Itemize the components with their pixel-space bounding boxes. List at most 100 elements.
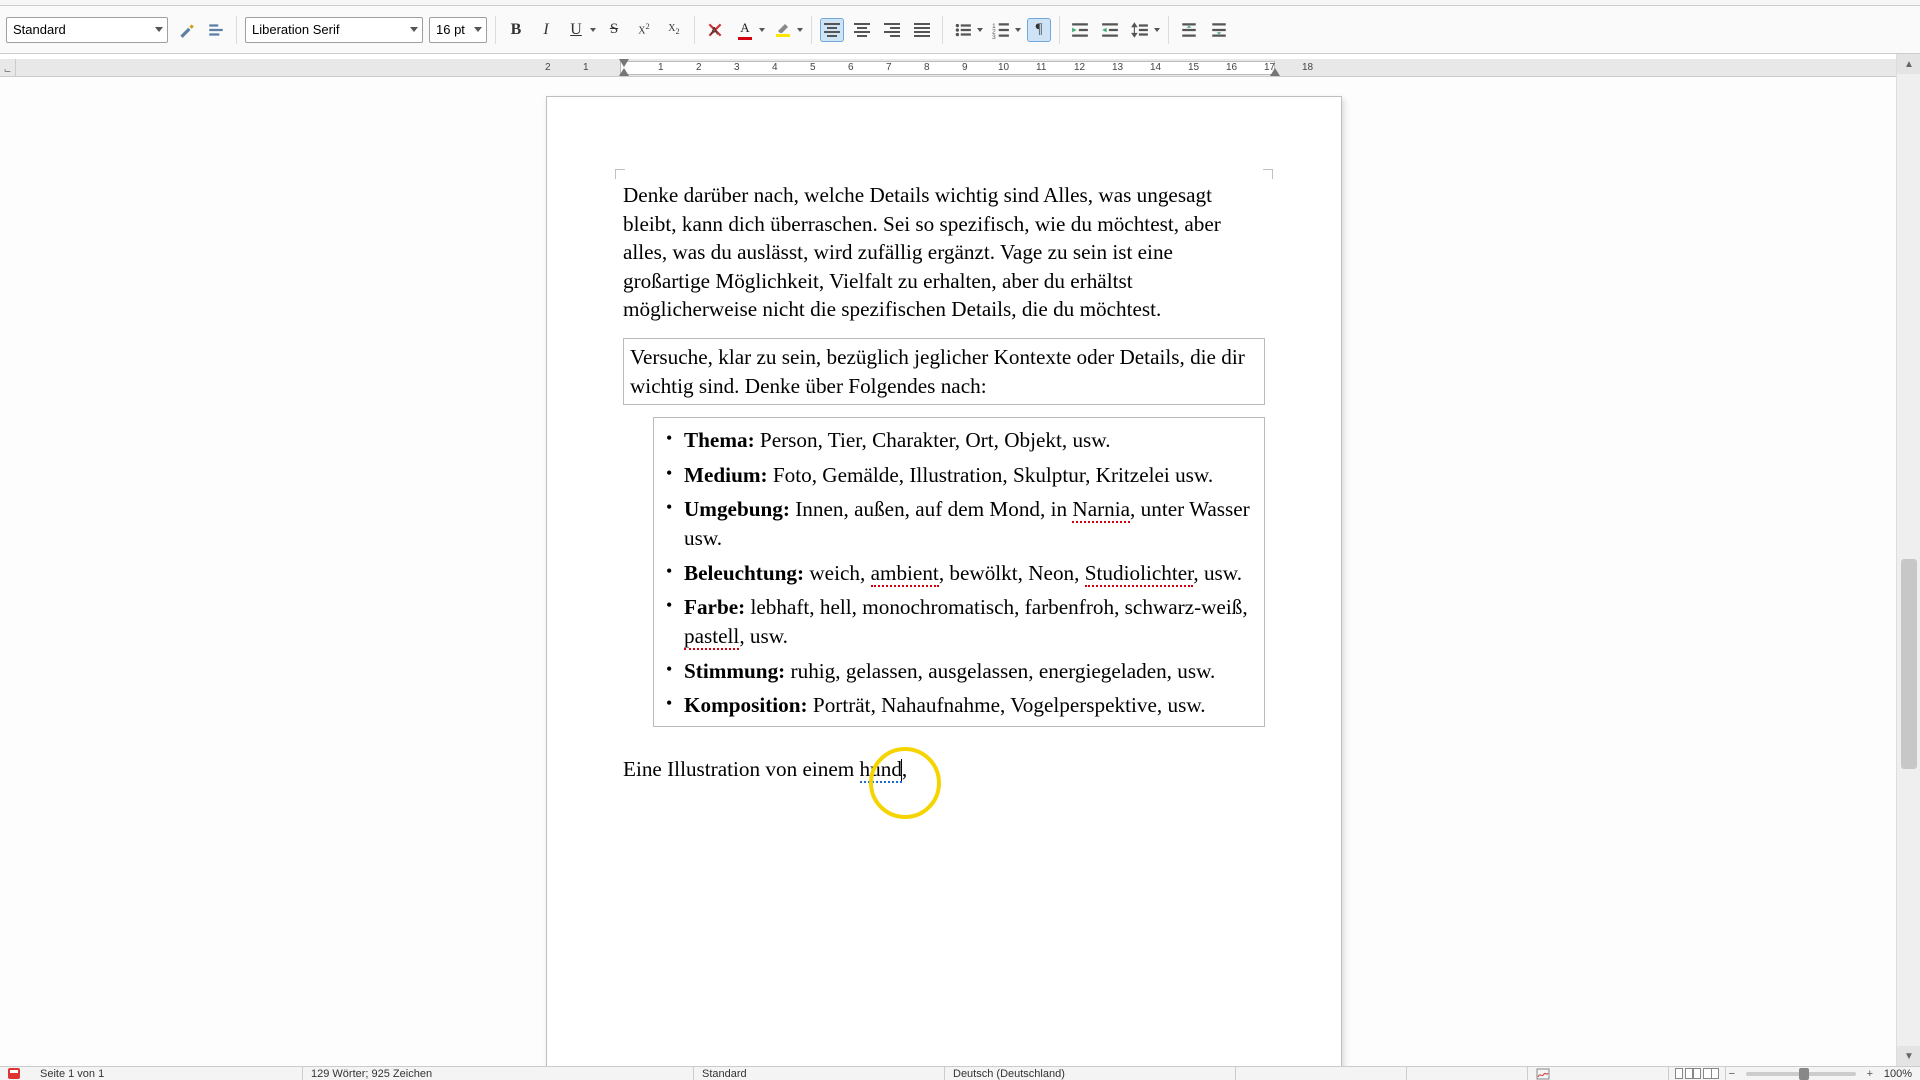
item-label: Beleuchtung: xyxy=(684,561,804,585)
ruler-tick: 9 xyxy=(962,62,968,73)
font-size-select[interactable]: 16 pt xyxy=(429,17,487,43)
scroll-up-button[interactable]: ▲ xyxy=(1897,54,1920,74)
ruler-tick: 18 xyxy=(1302,62,1313,73)
item-label: Thema: xyxy=(684,428,755,452)
item-label: Komposition: xyxy=(684,693,808,717)
list-item[interactable]: Komposition: Porträt, Nahaufnahme, Vogel… xyxy=(666,691,1252,720)
scroll-thumb[interactable] xyxy=(1901,559,1917,769)
book-view-button[interactable] xyxy=(1703,1068,1719,1079)
list-item[interactable]: Medium: Foto, Gemälde, Illustration, Sku… xyxy=(666,461,1252,490)
word-count-text: 129 Wörter; 925 Zeichen xyxy=(311,1068,432,1080)
ruler-corner: ⌙ xyxy=(0,59,16,77)
ruler-tick: 15 xyxy=(1188,62,1199,73)
insert-mode-cell[interactable] xyxy=(1236,1067,1406,1080)
bold-button[interactable]: B xyxy=(504,18,528,42)
ruler-tick: 3 xyxy=(734,62,740,73)
subscript-button[interactable]: X2 xyxy=(662,18,686,42)
ruler-tick: 6 xyxy=(848,62,854,73)
italic-button[interactable]: I xyxy=(534,18,558,42)
list-item[interactable]: Farbe: lebhaft, hell, monochromatisch, f… xyxy=(666,593,1252,650)
new-style-button[interactable] xyxy=(204,18,228,42)
dropdown-arrow-icon xyxy=(590,28,596,32)
scroll-down-button[interactable]: ▼ xyxy=(1897,1046,1920,1066)
ruler-tick: 1 xyxy=(583,62,589,73)
page-style-cell[interactable]: Standard xyxy=(694,1067,944,1080)
document-canvas[interactable]: Denke darüber nach, welche Details wicht… xyxy=(0,77,1896,1066)
spellcheck-error[interactable]: Studiolichter xyxy=(1085,561,1194,587)
item-text: Person, Tier, Charakter, Ort, Objekt, us… xyxy=(755,428,1111,452)
line-spacing-button[interactable] xyxy=(1128,18,1160,42)
align-center-button[interactable] xyxy=(850,18,874,42)
paragraph-style-select[interactable]: Standard xyxy=(6,17,168,43)
underline-button[interactable]: U xyxy=(564,18,596,42)
separator xyxy=(1059,16,1060,44)
item-label: Farbe: xyxy=(684,595,745,619)
increase-indent-button[interactable] xyxy=(1068,18,1092,42)
left-indent-marker[interactable] xyxy=(619,68,629,76)
signature-cell[interactable] xyxy=(1528,1067,1558,1080)
ruler-tick: 2 xyxy=(545,62,551,73)
svg-text:3: 3 xyxy=(992,34,996,39)
page-style-text: Standard xyxy=(702,1068,747,1080)
align-left-button[interactable] xyxy=(820,18,844,42)
zoom-out-button[interactable]: − xyxy=(1726,1068,1738,1080)
paragraph-text: Eine Illustration von einem xyxy=(623,757,860,781)
ruler-tick: 10 xyxy=(998,62,1009,73)
item-text: , usw. xyxy=(1193,561,1242,585)
decrease-paragraph-spacing-button[interactable] xyxy=(1207,18,1231,42)
selection-mode-cell[interactable] xyxy=(1407,1067,1527,1080)
align-right-button[interactable] xyxy=(880,18,904,42)
language-cell[interactable]: Deutsch (Deutschland) xyxy=(945,1067,1235,1080)
item-text: , usw. xyxy=(739,624,788,648)
framed-paragraph[interactable]: Versuche, klar zu sein, bezüglich jeglic… xyxy=(623,338,1265,405)
vertical-scrollbar[interactable]: ▲ ▼ xyxy=(1896,54,1920,1066)
document-page[interactable]: Denke darüber nach, welche Details wicht… xyxy=(546,96,1342,1066)
clear-formatting-button[interactable]: A xyxy=(703,18,727,42)
grammar-error[interactable]: hund xyxy=(860,757,902,783)
numbered-list-button[interactable]: 123 xyxy=(989,18,1021,42)
document-content[interactable]: Denke darüber nach, welche Details wicht… xyxy=(623,181,1265,797)
list-item[interactable]: Beleuchtung: weich, ambient, bewölkt, Ne… xyxy=(666,559,1252,588)
item-label: Umgebung: xyxy=(684,497,790,521)
page-count-cell[interactable]: Seite 1 von 1 xyxy=(32,1067,302,1080)
spellcheck-error[interactable]: ambient xyxy=(871,561,939,587)
increase-paragraph-spacing-button[interactable] xyxy=(1177,18,1201,42)
ruler-tick: 12 xyxy=(1074,62,1085,73)
highlight-color-button[interactable] xyxy=(771,18,803,42)
single-page-view-button[interactable] xyxy=(1675,1068,1683,1079)
first-line-indent-marker[interactable] xyxy=(619,59,629,67)
margin-guide xyxy=(615,169,625,179)
toggle-formatting-marks-button[interactable]: ¶ xyxy=(1027,18,1051,42)
list-item[interactable]: Thema: Person, Tier, Charakter, Ort, Obj… xyxy=(666,426,1252,455)
ruler-tick: 4 xyxy=(772,62,778,73)
zoom-track[interactable] xyxy=(1746,1072,1856,1076)
save-indicator[interactable] xyxy=(0,1067,32,1080)
font-size-value: 16 pt xyxy=(436,22,465,37)
align-justify-button[interactable] xyxy=(910,18,934,42)
list-item[interactable]: Stimmung: ruhig, gelassen, ausgelassen, … xyxy=(666,657,1252,686)
decrease-indent-button[interactable] xyxy=(1098,18,1122,42)
paragraph[interactable]: Eine Illustration von einem hund, xyxy=(623,755,1265,784)
strikethrough-button[interactable]: S xyxy=(602,18,626,42)
separator xyxy=(495,16,496,44)
paragraph[interactable]: Denke darüber nach, welche Details wicht… xyxy=(623,181,1233,324)
update-style-button[interactable] xyxy=(174,18,198,42)
zoom-thumb[interactable] xyxy=(1799,1068,1809,1080)
superscript-button[interactable]: X2 xyxy=(632,18,656,42)
font-color-button[interactable]: A xyxy=(733,18,765,42)
spellcheck-error[interactable]: Narnia xyxy=(1072,497,1130,523)
word-count-cell[interactable]: 129 Wörter; 925 Zeichen xyxy=(303,1067,693,1080)
zoom-value[interactable]: 100% xyxy=(1884,1068,1912,1080)
separator xyxy=(1168,16,1169,44)
font-name-select[interactable]: Liberation Serif xyxy=(245,17,423,43)
language-text: Deutsch (Deutschland) xyxy=(953,1068,1065,1080)
zoom-in-button[interactable]: + xyxy=(1864,1068,1876,1080)
spellcheck-error[interactable]: pastell xyxy=(684,624,739,650)
bullet-list-button[interactable] xyxy=(951,18,983,42)
dropdown-arrow-icon xyxy=(474,27,482,32)
bullet-list-frame[interactable]: Thema: Person, Tier, Charakter, Ort, Obj… xyxy=(653,417,1265,726)
list-item[interactable]: Umgebung: Innen, außen, auf dem Mond, in… xyxy=(666,495,1252,552)
paragraph-text[interactable]: Versuche, klar zu sein, bezüglich jeglic… xyxy=(630,345,1245,398)
multi-page-view-button[interactable] xyxy=(1685,1068,1701,1079)
horizontal-ruler[interactable]: 1 2 1 2 3 4 5 6 7 8 9 10 11 12 13 14 15 … xyxy=(16,59,1896,77)
